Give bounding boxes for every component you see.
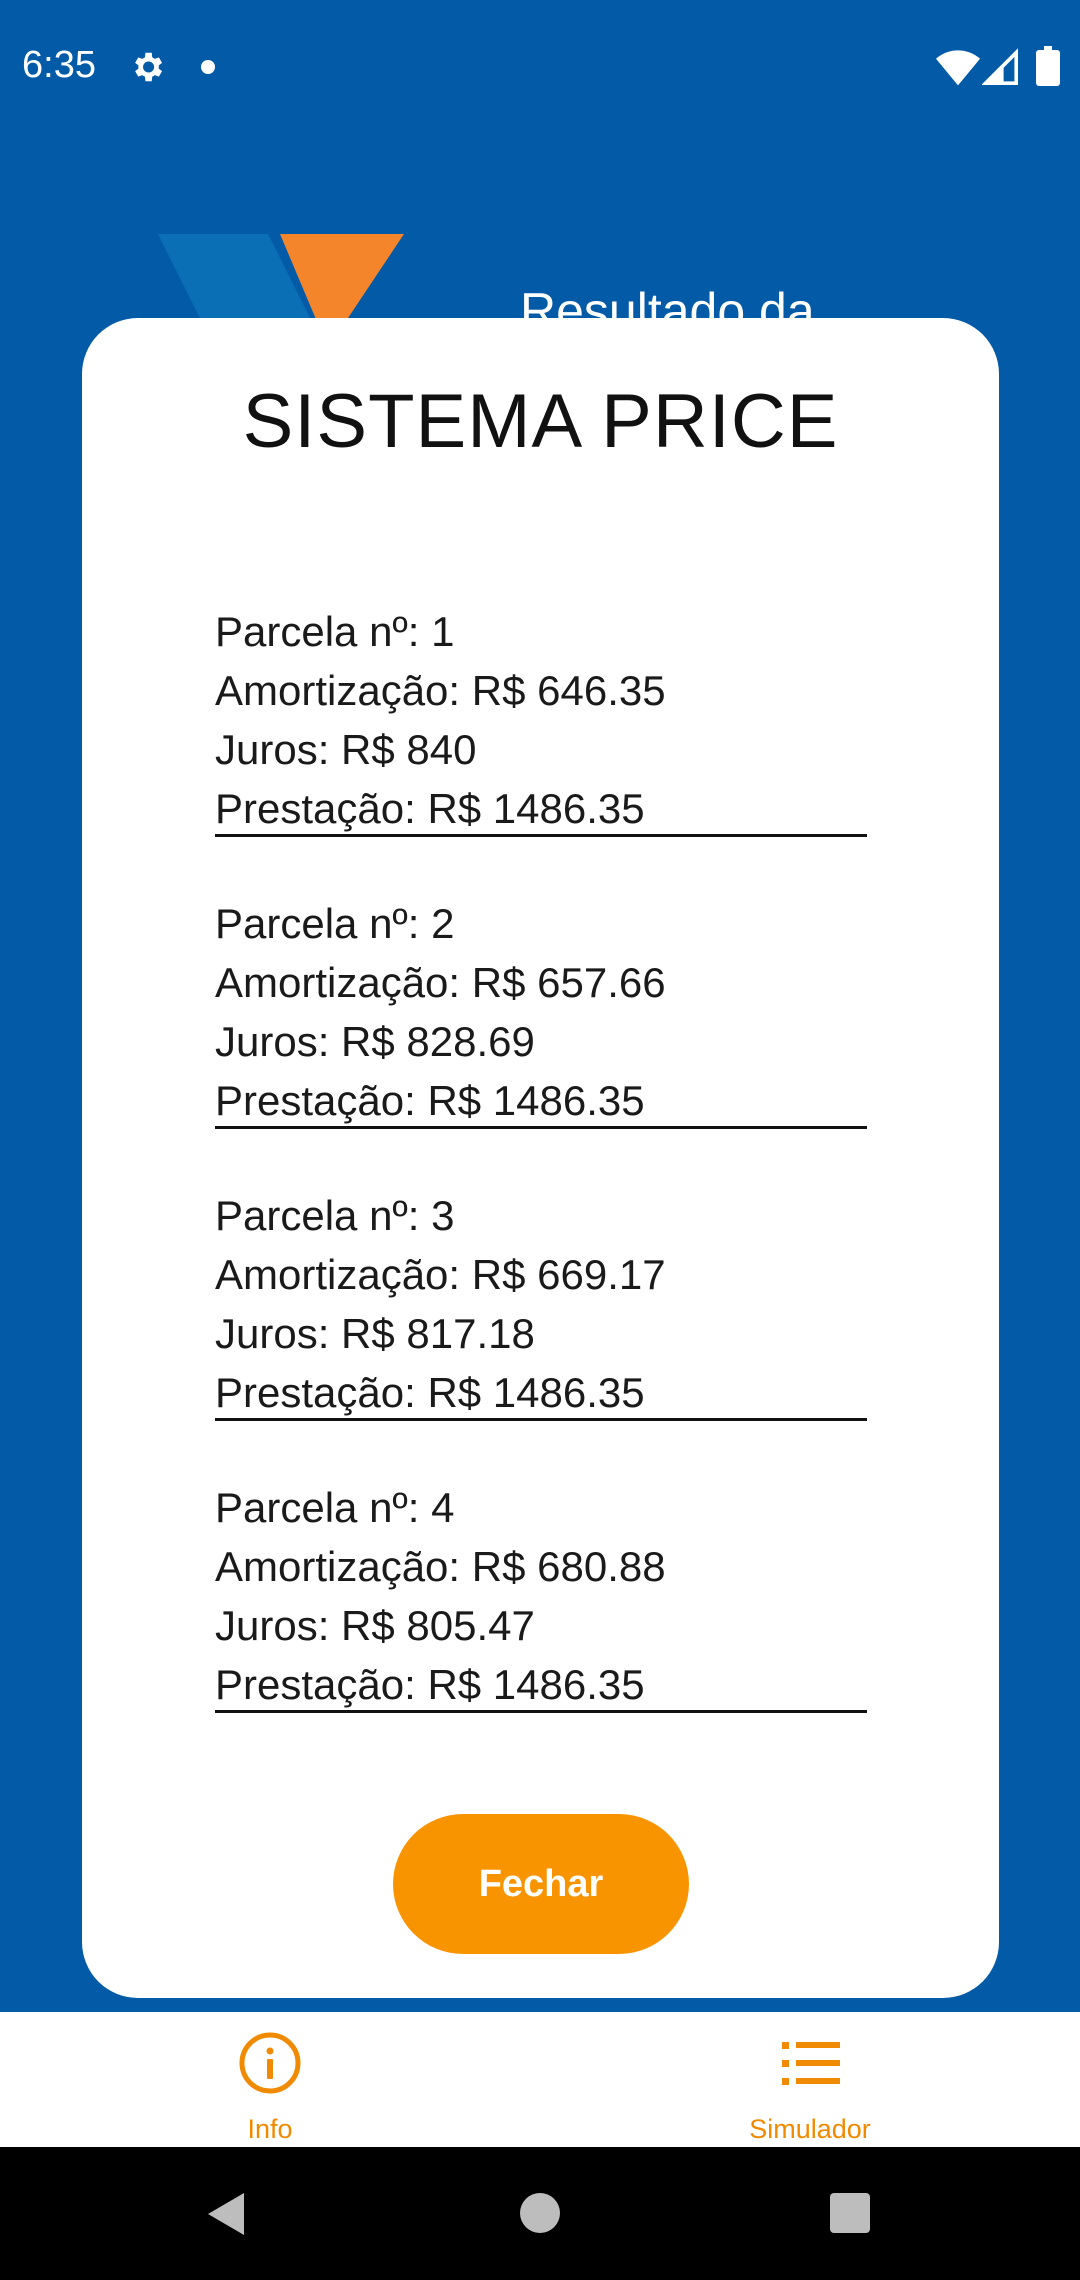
- close-button[interactable]: Fechar: [393, 1814, 689, 1954]
- installment-amortization: Amortização: R$ 669.17: [215, 1251, 666, 1298]
- status-bar: 6:35: [0, 0, 1080, 136]
- nav-label-simulador: Simulador: [749, 2114, 871, 2144]
- installment-payment: Prestação: R$ 1486.35: [215, 785, 645, 832]
- signal-icon: [982, 48, 1018, 85]
- installment-divider: [215, 834, 867, 837]
- installment-interest: Juros: R$ 805.47: [215, 1602, 535, 1649]
- gear-icon: [135, 52, 163, 82]
- installment-number: Parcela nº: 2: [215, 900, 455, 947]
- installment-number: Parcela nº: 1: [215, 608, 455, 655]
- modal-title: SISTEMA PRICE: [242, 379, 839, 464]
- nav-item-simulador[interactable]: Simulador: [540, 2012, 1080, 2147]
- installment-amortization: Amortização: R$ 646.35: [215, 667, 666, 714]
- installment-list: Parcela nº: 1 Amortização: R$ 646.35 Jur…: [215, 602, 867, 1770]
- installment-interest: Juros: R$ 840: [215, 726, 477, 773]
- installment-divider: [215, 1710, 867, 1713]
- installment-interest: Juros: R$ 828.69: [215, 1018, 535, 1065]
- wifi-icon: [936, 50, 980, 86]
- result-modal: SISTEMA PRICE Parcela nº: 1 Amortização:…: [82, 318, 999, 1998]
- installment-interest: Juros: R$ 817.18: [215, 1310, 535, 1357]
- system-navigation-bar: [0, 2147, 1080, 2280]
- recent-apps-icon[interactable]: [830, 2193, 870, 2233]
- installment-item: Parcela nº: 2 Amortização: R$ 657.66 Jur…: [215, 894, 867, 1186]
- list-icon: [782, 2042, 840, 2085]
- status-time: 6:35: [22, 44, 96, 86]
- installment-amortization: Amortização: R$ 680.88: [215, 1543, 666, 1590]
- info-icon: [239, 2032, 301, 2094]
- back-icon[interactable]: [204, 2191, 248, 2237]
- installment-number: Parcela nº: 3: [215, 1192, 455, 1239]
- home-icon[interactable]: [520, 2193, 560, 2233]
- installment-divider: [215, 1126, 867, 1129]
- bottom-navigation: Info Simulador: [0, 2012, 1080, 2147]
- installment-payment: Prestação: R$ 1486.35: [215, 1369, 645, 1416]
- nav-label-info: Info: [247, 2114, 293, 2144]
- installment-divider: [215, 1418, 867, 1421]
- installment-item: Parcela nº: 4 Amortização: R$ 680.88 Jur…: [215, 1478, 867, 1770]
- installment-amortization: Amortização: R$ 657.66: [215, 959, 666, 1006]
- installment-payment: Prestação: R$ 1486.35: [215, 1077, 645, 1124]
- notification-dot-icon: [201, 60, 215, 74]
- nav-item-info[interactable]: Info: [0, 2012, 540, 2147]
- installment-item: Parcela nº: 3 Amortização: R$ 669.17 Jur…: [215, 1186, 867, 1478]
- installment-number: Parcela nº: 4: [215, 1484, 455, 1531]
- battery-icon: [1036, 46, 1060, 86]
- installment-item: Parcela nº: 1 Amortização: R$ 646.35 Jur…: [215, 602, 867, 894]
- installment-payment: Prestação: R$ 1486.35: [215, 1661, 645, 1708]
